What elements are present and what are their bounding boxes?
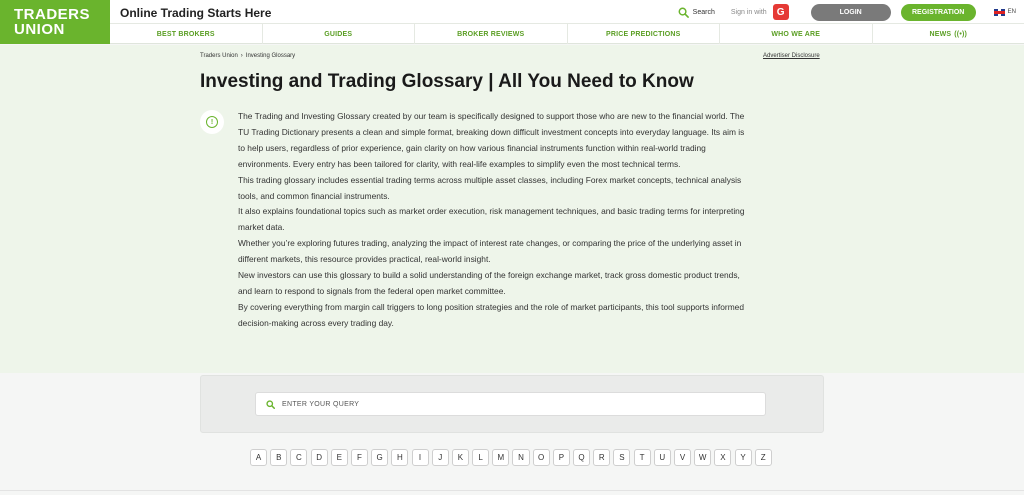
letter-k[interactable]: K [451,449,469,466]
intro-line: This trading glossary includes essential… [238,174,742,185]
intro-line: market data. [238,222,285,233]
divider [0,490,1024,491]
logo-line-2: UNION [14,21,65,38]
intro-line: to help users, regardless of prior exper… [238,142,706,153]
advertiser-disclosure-link[interactable]: Advertiser Disclosure [763,53,820,59]
intro-line: New investors can use this glossary to b… [238,270,740,281]
nav-label: NEWS [929,30,952,38]
intro-line: The Trading and Investing Glossary creat… [238,111,745,121]
page-title: Investing and Trading Glossary | All You… [200,71,694,92]
letter-i[interactable]: I [411,449,429,466]
breadcrumb-separator: › [240,53,243,59]
intro-line: Whether you’re exploring futures trading… [238,238,742,249]
letter-v[interactable]: V [673,449,692,466]
letter-q[interactable]: Q [573,449,591,466]
google-icon[interactable]: G [772,4,789,20]
letter-r[interactable]: R [593,449,611,466]
letter-f[interactable]: F [350,449,369,466]
sign-in-with-label: Sign in with [730,8,767,16]
signal-icon: ((•)) [954,30,968,38]
nav-price-predictions[interactable]: PRICE PREDICTIONS [568,24,720,44]
uk-flag-icon [993,8,1005,16]
letter-x[interactable]: X [714,449,732,466]
site-tagline: Online Trading Starts Here [120,6,272,20]
intro-text: The Trading and Investing Glossary creat… [238,109,828,332]
search-link[interactable]: Search [678,7,715,18]
nav-who-we-are[interactable]: WHO WE ARE [720,24,873,44]
nav-guides[interactable]: GUIDES [263,24,415,44]
intro-line: By covering everything from margin call … [238,301,745,312]
intro-line: and learn to respond to signals from the… [238,285,506,296]
letter-u[interactable]: U [653,449,671,466]
info-badge: ! [200,110,224,134]
intro-line: environments. Every entry has been tailo… [238,158,681,169]
header-actions: Search Sign in with G LOGIN REGISTRATION… [678,3,1016,21]
letter-o[interactable]: O [532,449,550,466]
letter-l[interactable]: L [472,449,490,466]
letter-c[interactable]: C [290,449,308,466]
nav-label: PRICE PREDICTIONS [605,30,681,38]
letter-y[interactable]: Y [734,449,752,466]
nav-best-brokers[interactable]: BEST BROKERS [110,24,263,44]
language-selector[interactable]: EN [993,8,1016,16]
alphabet-filter: A B C D E F G H I J K L M N O P Q R S T … [250,449,772,466]
search-icon [678,7,689,18]
nav-news[interactable]: NEWS ((•)) [873,24,1024,44]
letter-e[interactable]: E [330,449,348,466]
registration-button[interactable]: REGISTRATION [900,3,976,21]
login-button[interactable]: LOGIN [810,3,891,21]
letter-j[interactable]: J [431,449,449,466]
breadcrumb-home[interactable]: Traders Union [200,53,238,59]
letter-z[interactable]: Z [754,449,772,466]
letter-a[interactable]: A [250,449,268,466]
logo-line-1: TRADERS [14,6,91,23]
intro-line: tools, and common financial instruments. [238,190,390,201]
traders-union-logo[interactable]: TRADERS UNION [0,0,110,44]
nav-broker-reviews[interactable]: BROKER REVIEWS [415,24,568,44]
site-header: TRADERS UNION Online Trading Starts Here… [0,0,1024,44]
glossary-search-input[interactable] [282,400,742,408]
letter-p[interactable]: P [552,449,570,466]
search-icon [266,399,275,409]
glossary-search-box[interactable] [255,392,766,416]
intro-line: It also explains foundational topics suc… [238,206,745,217]
letter-w[interactable]: W [694,449,712,466]
letter-t[interactable]: T [633,449,651,466]
nav-label: GUIDES [324,30,353,38]
glossary-search-panel [200,375,824,433]
letter-d[interactable]: D [310,449,328,466]
intro-line: TU Trading Dictionary presents a clean a… [238,126,745,137]
nav-label: BROKER REVIEWS [457,30,525,38]
letter-g[interactable]: G [371,449,389,466]
letter-b[interactable]: B [270,449,288,466]
breadcrumb: Traders Union › Investing Glossary [200,53,295,59]
letter-n[interactable]: N [512,449,530,466]
breadcrumb-current: Investing Glossary [245,53,296,59]
nav-label: WHO WE ARE [771,30,821,38]
letter-h[interactable]: H [391,449,409,466]
nav-label: BEST BROKERS [156,30,215,38]
intro-line: decision-making across every trading day… [238,317,394,328]
main-nav: BEST BROKERS GUIDES BROKER REVIEWS PRICE… [110,23,1024,44]
letter-m[interactable]: M [492,449,510,466]
info-icon: ! [206,116,218,128]
intro-line: different markets, this resource provide… [238,254,491,265]
language-code: EN [1007,9,1016,15]
search-link-label: Search [692,8,715,16]
letter-s[interactable]: S [613,449,631,466]
